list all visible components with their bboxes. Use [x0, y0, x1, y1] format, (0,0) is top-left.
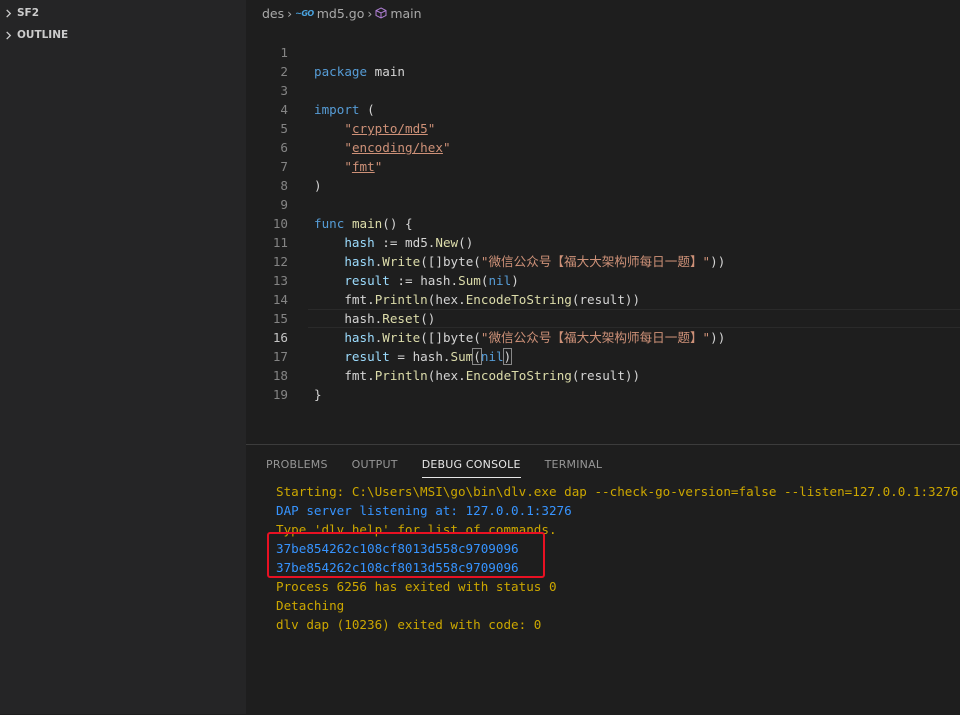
section-outline-label: OUTLINE: [17, 29, 69, 41]
tab-terminal[interactable]: TERMINAL: [545, 455, 603, 477]
code-lines[interactable]: 1 package main 2 3 import ( 4 "crypto/md…: [246, 24, 960, 402]
code-line[interactable]: 15 hash.Write([]byte("微信公众号【福大大架构师每日一题】"…: [246, 290, 960, 345]
code-editor[interactable]: des › ~GO md5.go › main 1 package main 2…: [246, 0, 960, 444]
panel-tabs: PROBLEMS OUTPUT DEBUG CONSOLE TERMINAL: [266, 455, 626, 478]
go-file-icon: ~GO: [295, 8, 314, 18]
code-line[interactable]: 8: [246, 157, 960, 193]
code-line-current[interactable]: 16 result = hash.Sum(nil): [246, 309, 960, 365]
code-line[interactable]: 10 hash := md5.New(): [246, 195, 960, 250]
console-line: Starting: C:\Users\MSI\go\bin\dlv.exe da…: [276, 484, 959, 499]
tab-problems[interactable]: PROBLEMS: [266, 455, 328, 477]
code-line[interactable]: 18 }: [246, 347, 960, 402]
code-line[interactable]: 19: [246, 366, 960, 402]
code-line[interactable]: 4 "crypto/md5": [246, 81, 960, 136]
chevron-right-icon: [6, 8, 12, 18]
breadcrumb-folder[interactable]: des: [262, 6, 284, 21]
code-line[interactable]: 2: [246, 43, 960, 79]
bottom-panel: PROBLEMS OUTPUT DEBUG CONSOLE TERMINAL S…: [246, 444, 960, 715]
code-line[interactable]: 13 fmt.Println(hex.EncodeToString(result…: [246, 252, 960, 307]
code-line[interactable]: 6 "fmt": [246, 119, 960, 174]
method-cube-icon: [375, 7, 387, 19]
token: }: [314, 387, 322, 402]
section-outline[interactable]: OUTLINE: [0, 24, 246, 46]
chevron-right-icon: ›: [287, 5, 293, 21]
code-line[interactable]: 1 package main: [246, 24, 960, 79]
code-line[interactable]: 14 hash.Reset(): [246, 271, 960, 326]
section-sf2-label: SF2: [17, 7, 40, 19]
console-line: Process 6256 has exited with status 0: [276, 579, 557, 594]
code-line[interactable]: 7 ): [246, 138, 960, 193]
chevron-right-icon: ›: [367, 5, 373, 21]
red-highlight-annotation: [267, 532, 545, 578]
console-line: Detaching: [276, 598, 345, 613]
breadcrumb-file[interactable]: md5.go: [317, 6, 365, 21]
section-sf2[interactable]: SF2: [0, 2, 246, 24]
code-line[interactable]: 11 hash.Write([]byte("微信公众号【福大大架构师每日一题】"…: [246, 214, 960, 269]
code-line[interactable]: 3 import (: [246, 62, 960, 117]
code-line[interactable]: 17 fmt.Println(hex.EncodeToString(result…: [246, 328, 960, 383]
tab-output[interactable]: OUTPUT: [352, 455, 398, 477]
chevron-right-icon: [6, 30, 12, 40]
explorer-sidebar: SF2 OUTLINE: [0, 0, 246, 714]
code-line[interactable]: 5 "encoding/hex": [246, 100, 960, 155]
console-line: dlv dap (10236) exited with code: 0: [276, 617, 542, 632]
code-line[interactable]: 9 func main() {: [246, 176, 960, 231]
line-number: 19: [272, 387, 288, 402]
breadcrumb: des › ~GO md5.go › main: [262, 3, 422, 23]
code-line[interactable]: 12 result := hash.Sum(nil): [246, 233, 960, 288]
breadcrumb-symbol[interactable]: main: [390, 6, 421, 21]
console-line: DAP server listening at: 127.0.0.1:3276: [276, 503, 572, 518]
tab-debug-console[interactable]: DEBUG CONSOLE: [421, 455, 521, 478]
